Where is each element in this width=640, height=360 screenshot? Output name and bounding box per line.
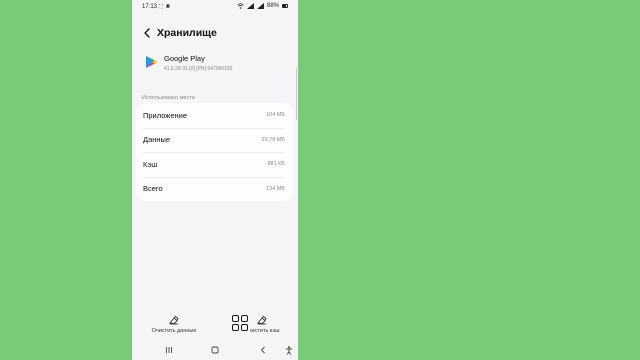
google-play-logo (146, 56, 157, 68)
nav-back-button[interactable] (256, 344, 270, 356)
recents-button[interactable] (162, 344, 176, 356)
grid-cell (241, 315, 248, 322)
storage-row-total[interactable]: Всего 134 МБ (136, 176, 293, 202)
row-label: Всего (143, 184, 163, 194)
row-value: 29,78 МБ (261, 136, 285, 143)
header: Хранилище (132, 24, 298, 42)
broom-icon (257, 315, 267, 325)
clear-data-label: Очистить данные (151, 328, 197, 334)
storage-row-app[interactable]: Приложение 104 МБ (136, 103, 293, 128)
grid-cell (232, 324, 239, 331)
accessibility-button[interactable] (282, 344, 296, 356)
row-label: Данные (143, 135, 171, 145)
storage-row-cache[interactable]: Кэш 881 КБ (136, 152, 293, 177)
recents-icon (166, 347, 172, 353)
scrollbar[interactable] (295, 68, 297, 120)
app-name: Google Play (164, 54, 205, 63)
battery-percent: 88% (266, 3, 279, 9)
signal-icon-2 (256, 3, 264, 9)
page-title: Хранилище (157, 27, 217, 39)
row-label: Кэш (143, 159, 158, 169)
storage-card: Приложение 104 МБ Данные 29,78 МБ Кэш 88… (136, 103, 293, 201)
bottom-actions: Очистить данные Очистить кэш (132, 312, 298, 338)
row-label: Приложение (143, 110, 187, 120)
signal-icon (246, 3, 254, 9)
grid-cell (241, 324, 248, 331)
home-icon (211, 346, 219, 354)
app-version: 41.6.29-31 [0] [PR] 647066183 (164, 66, 233, 72)
battery-icon (282, 4, 288, 8)
chevron-left-icon (144, 28, 150, 38)
back-button[interactable] (141, 27, 153, 39)
status-time: 17:13 (142, 4, 158, 10)
grid-cell (232, 315, 239, 322)
back-icon (260, 346, 265, 354)
clear-data-button[interactable]: Очистить данные (144, 312, 204, 334)
row-value: 104 МБ (266, 112, 285, 119)
accessibility-icon (285, 345, 293, 355)
status-bar: 17:13 ⛶ ▣ 88% (132, 0, 298, 14)
storage-row-data[interactable]: Данные 29,78 МБ (136, 127, 293, 153)
phone-screen: 17:13 ⛶ ▣ 88% Хранилище Google Play 41.6… (132, 0, 298, 360)
eraser-icon (169, 315, 179, 325)
app-info: Google Play 41.6.29-31 [0] [PR] 64706618… (132, 52, 298, 76)
section-label: Использовано места (142, 95, 195, 101)
row-value: 881 КБ (267, 161, 285, 168)
row-value: 134 МБ (266, 185, 285, 192)
navigation-bar (132, 342, 298, 358)
home-button[interactable] (208, 344, 222, 356)
grid-icon[interactable] (230, 313, 250, 333)
wifi-icon (237, 3, 244, 9)
status-right: 88% (237, 3, 288, 9)
notification-icons: ⛶ ▣ (159, 4, 171, 10)
